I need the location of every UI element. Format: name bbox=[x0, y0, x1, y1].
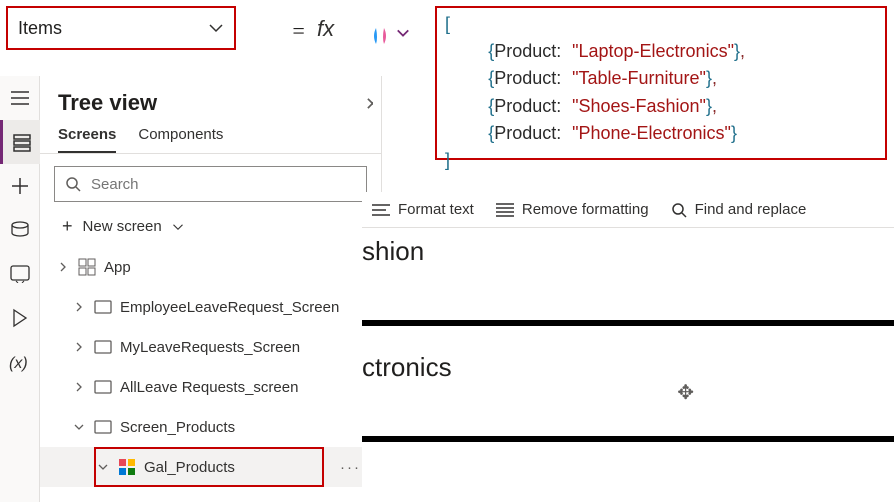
power-automate-icon[interactable] bbox=[0, 296, 40, 340]
variables-icon[interactable]: (x) bbox=[0, 340, 40, 384]
screen-icon bbox=[94, 338, 112, 356]
gallery-item-text: shion bbox=[362, 236, 424, 267]
chevron-down-icon bbox=[172, 221, 184, 233]
find-replace-label: Find and replace bbox=[695, 201, 807, 218]
remove-formatting-label: Remove formatting bbox=[522, 201, 649, 218]
chevron-down-icon[interactable] bbox=[396, 26, 410, 40]
expander-icon[interactable] bbox=[58, 262, 70, 272]
expander-icon[interactable] bbox=[98, 462, 110, 472]
tree-tabs: Screens Components bbox=[40, 120, 381, 154]
svg-text:fx: fx bbox=[317, 16, 335, 41]
search-field[interactable] bbox=[91, 176, 356, 193]
move-cursor-icon: ✥ bbox=[677, 380, 694, 405]
plus-icon: + bbox=[62, 216, 73, 237]
formula-bar[interactable]: [ {Product: "Laptop-Electronics"}, {Prod… bbox=[435, 6, 887, 160]
screen-icon bbox=[94, 418, 112, 436]
format-text-button[interactable]: Format text bbox=[372, 201, 474, 218]
property-dropdown-value: Items bbox=[18, 18, 62, 39]
gallery-icon bbox=[118, 458, 136, 476]
tree-node-label: Gal_Products bbox=[144, 459, 235, 476]
tree: App EmployeeLeaveRequest_Screen MyLeaveReq… bbox=[40, 247, 381, 487]
copilot-icon[interactable] bbox=[370, 26, 390, 46]
tree-node-label: Screen_Products bbox=[120, 419, 235, 436]
hamburger-icon[interactable] bbox=[0, 76, 40, 120]
app-icon bbox=[78, 258, 96, 276]
format-text-label: Format text bbox=[398, 201, 474, 218]
tree-node-label: MyLeaveRequests_Screen bbox=[120, 339, 300, 356]
more-icon[interactable]: ··· bbox=[340, 459, 361, 476]
tree-node-label: EmployeeLeaveRequest_Screen bbox=[120, 299, 339, 316]
tree-node[interactable]: App bbox=[40, 247, 381, 287]
tree-node[interactable]: Screen_Products bbox=[40, 407, 381, 447]
remove-formatting-button[interactable]: Remove formatting bbox=[496, 201, 649, 218]
formula-toolbar: Format text Remove formatting Find and r… bbox=[362, 192, 894, 228]
canvas[interactable]: Format text Remove formatting Find and r… bbox=[362, 192, 894, 502]
close-icon[interactable]: ✕ bbox=[365, 94, 373, 115]
new-screen-label: New screen bbox=[83, 218, 162, 235]
tree-view-title: Tree view bbox=[40, 76, 381, 120]
expander-icon[interactable] bbox=[74, 342, 86, 352]
svg-text:(x): (x) bbox=[9, 355, 28, 372]
tree-node[interactable]: EmployeeLeaveRequest_Screen bbox=[40, 287, 381, 327]
tab-components[interactable]: Components bbox=[138, 126, 223, 153]
expander-icon[interactable] bbox=[74, 382, 86, 392]
tree-node[interactable]: MyLeaveRequests_Screen bbox=[40, 327, 381, 367]
tree-node-label: App bbox=[104, 259, 131, 276]
gallery-item-text: ctronics bbox=[362, 352, 452, 383]
tree-node-label: AllLeave Requests_screen bbox=[120, 379, 298, 396]
property-dropdown[interactable]: Items bbox=[6, 6, 236, 50]
gallery-separator bbox=[362, 436, 894, 442]
expander-icon[interactable] bbox=[74, 302, 86, 312]
gallery-separator bbox=[362, 320, 894, 326]
media-icon[interactable] bbox=[0, 252, 40, 296]
tab-screens[interactable]: Screens bbox=[58, 126, 116, 153]
tree-view-icon[interactable] bbox=[0, 120, 40, 164]
left-rail: (x) bbox=[0, 76, 40, 502]
search-input[interactable] bbox=[54, 166, 367, 202]
tree-node[interactable]: Gal_Products ··· bbox=[40, 447, 381, 487]
fx-icon[interactable]: fx bbox=[317, 16, 343, 42]
chevron-down-icon bbox=[208, 20, 224, 36]
plus-icon[interactable] bbox=[0, 164, 40, 208]
data-icon[interactable] bbox=[0, 208, 40, 252]
expander-icon[interactable] bbox=[74, 422, 86, 432]
equals-sign: = bbox=[291, 18, 306, 44]
new-screen-button[interactable]: + New screen bbox=[40, 210, 381, 247]
find-replace-button[interactable]: Find and replace bbox=[671, 201, 807, 218]
tree-node[interactable]: AllLeave Requests_screen bbox=[40, 367, 381, 407]
tree-view-pane: Tree view ✕ Screens Components + New scr… bbox=[40, 76, 382, 502]
screen-icon bbox=[94, 298, 112, 316]
screen-icon bbox=[94, 378, 112, 396]
search-icon bbox=[65, 176, 81, 192]
